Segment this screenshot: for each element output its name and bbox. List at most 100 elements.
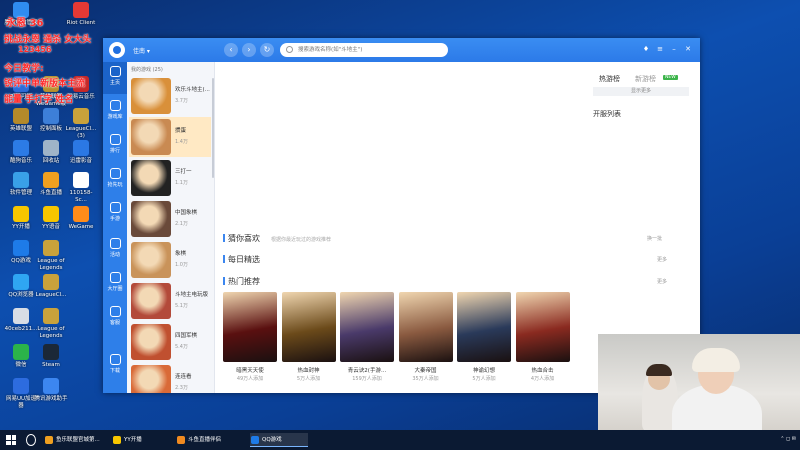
username[interactable]: 佳南 ▾: [133, 46, 150, 55]
app-icon: [13, 206, 29, 222]
nav-label: 手游: [109, 216, 120, 222]
minimize-icon[interactable]: –: [669, 44, 679, 54]
hot-game-count: 49万人添加: [236, 376, 264, 382]
game-list-item[interactable]: 连连看 2.3万: [129, 363, 211, 393]
nav-item[interactable]: 客服: [103, 302, 127, 334]
hot-game-name: 热血封神: [297, 368, 320, 374]
hot-game-count: 35万人添加: [412, 376, 439, 382]
desktop-icon[interactable]: 腾讯游戏助手: [34, 378, 68, 418]
nav-label: 游戏库: [107, 114, 123, 120]
hot-game-cover: [398, 292, 453, 362]
hot-game-card[interactable]: 大秦帝国 35万人添加: [398, 292, 453, 382]
desktop-icon-label: 40ceb211...: [4, 326, 38, 332]
desktop-icon-label: 控制面板: [39, 126, 62, 132]
desktop-icon-label: 迅雷影音: [69, 158, 92, 164]
app-icon: [73, 140, 89, 156]
desktop-icon[interactable]: WeGame: [64, 206, 98, 246]
hot-game-card[interactable]: 神谕幻想 5万人添加: [457, 292, 511, 382]
game-thumbnail: [131, 365, 171, 393]
taskbar-item[interactable]: 斗鱼直播伴侣: [176, 433, 246, 447]
nav-item[interactable]: 抢先玩: [103, 164, 127, 196]
desktop-icon[interactable]: 网易UU加速器: [4, 378, 38, 418]
nav-icon: [109, 202, 121, 213]
game-list-item[interactable]: 象棋 1.0万: [129, 240, 211, 280]
game-name: 掼蛋: [175, 128, 187, 134]
tab-hot-games[interactable]: 热游榜: [599, 74, 620, 84]
nav-icon: [109, 272, 121, 283]
tab-new-games[interactable]: 新游榜: [635, 74, 656, 84]
show-more-button[interactable]: 显示更多: [593, 87, 689, 96]
overlay-text: 今日教学:: [4, 64, 44, 74]
game-thumbnail: [131, 201, 171, 237]
app-icon: [43, 240, 59, 256]
hot-more-button[interactable]: 更多: [657, 278, 667, 285]
daily-more-button[interactable]: 更多: [657, 256, 667, 263]
nav-item[interactable]: 排行: [103, 130, 127, 162]
left-nav: 主页游戏库排行抢先玩手游活动 大厅圈 客服下载: [103, 62, 127, 393]
skin-icon[interactable]: ♦: [641, 44, 651, 54]
desktop-icon-label: QQ游戏: [11, 258, 31, 264]
game-name: 象棋: [175, 251, 187, 257]
search-input[interactable]: [280, 43, 430, 57]
taskbar-item[interactable]: 鱼乐联盟官城第...: [44, 433, 102, 447]
nav-label: 排行: [109, 148, 120, 154]
game-list-item[interactable]: 欢乐斗地主(... 3.7万: [129, 76, 211, 116]
refresh-batch-button[interactable]: 换一批: [647, 235, 662, 242]
taskbar-item[interactable]: QQ游戏: [250, 433, 308, 447]
hot-game-card[interactable]: 暗黑天天使 49万人添加: [223, 292, 277, 382]
app-icon: [13, 172, 29, 188]
taskbar-app-icon: [113, 436, 121, 444]
cortana-icon[interactable]: [26, 434, 36, 446]
taskbar-item[interactable]: YY开播: [112, 433, 170, 447]
taskbar-app-icon: [251, 436, 259, 444]
title-bar: 佳南 ▾ ‹ › ↻ ♦ ≡ – ✕: [103, 38, 700, 62]
app-icon: [43, 206, 59, 222]
hot-game-card[interactable]: 热血合击 4万人添加: [515, 292, 570, 382]
nav-item[interactable]: 大厅圈: [103, 268, 127, 300]
game-list-item[interactable]: 掼蛋 1.4万: [129, 117, 211, 157]
desktop-icon-label: 斗鱼直播: [39, 190, 62, 196]
nav-icon: [109, 66, 121, 77]
taskbar-item-label: 斗鱼直播伴侣: [188, 437, 222, 443]
hot-game-cover: [457, 292, 511, 362]
nav-item[interactable]: 主页: [103, 62, 127, 94]
desktop-icon[interactable]: 40ceb211...: [4, 308, 38, 348]
game-list-item[interactable]: 斗地主电玩版 5.1万: [129, 281, 211, 321]
app-icon: [43, 140, 59, 156]
desktop-icon-label: League of Legends: [37, 326, 65, 339]
back-arrow-icon[interactable]: ‹: [224, 43, 238, 57]
game-list-item[interactable]: 四国军棋 5.4万: [129, 322, 211, 362]
menu-icon[interactable]: ≡: [655, 44, 665, 54]
app-icon: [73, 2, 89, 18]
game-list-item[interactable]: 中国象棋 2.1万: [129, 199, 211, 239]
nav-item[interactable]: 手游: [103, 198, 127, 230]
game-player-count: 1.4万: [175, 139, 188, 145]
app-icon: [43, 274, 59, 290]
desktop-icon-label: 酷狗音乐: [9, 158, 32, 164]
desktop-icon-label: 110158-Sc...: [69, 190, 93, 203]
scrollbar[interactable]: [212, 78, 214, 178]
app-icon: [43, 344, 59, 360]
overlay-text: 挑战永恩 通杀 女大头: [4, 35, 92, 45]
desktop-icon-label: YY开播: [12, 224, 30, 230]
close-icon[interactable]: ✕: [683, 44, 693, 54]
search-icon: [286, 46, 293, 53]
hot-game-name: 青云诀2(手游...: [347, 368, 387, 374]
windows-start-icon[interactable]: [6, 435, 16, 445]
hot-game-card[interactable]: 青云诀2(手游... 159万人添加: [340, 292, 394, 382]
refresh-icon[interactable]: ↻: [260, 43, 274, 57]
search-box[interactable]: [280, 43, 448, 57]
nav-icon: [109, 168, 121, 179]
hot-game-name: 热血合击: [531, 368, 554, 374]
game-list-item[interactable]: 三打一 1.1万: [129, 158, 211, 198]
forward-arrow-icon[interactable]: ›: [242, 43, 256, 57]
hot-game-card[interactable]: 热血封神 5万人添加: [281, 292, 336, 382]
desktop-icon[interactable]: League of Legends: [34, 308, 68, 348]
nav-item[interactable]: 游戏库: [103, 96, 127, 128]
desktop-icon-label: Riot Client: [66, 20, 96, 26]
game-player-count: 5.4万: [175, 344, 188, 350]
nav-item[interactable]: 下载: [103, 350, 127, 382]
nav-label: 下载: [109, 368, 120, 374]
nav-item[interactable]: 活动: [103, 234, 127, 266]
game-name: 欢乐斗地主(...: [175, 87, 210, 93]
